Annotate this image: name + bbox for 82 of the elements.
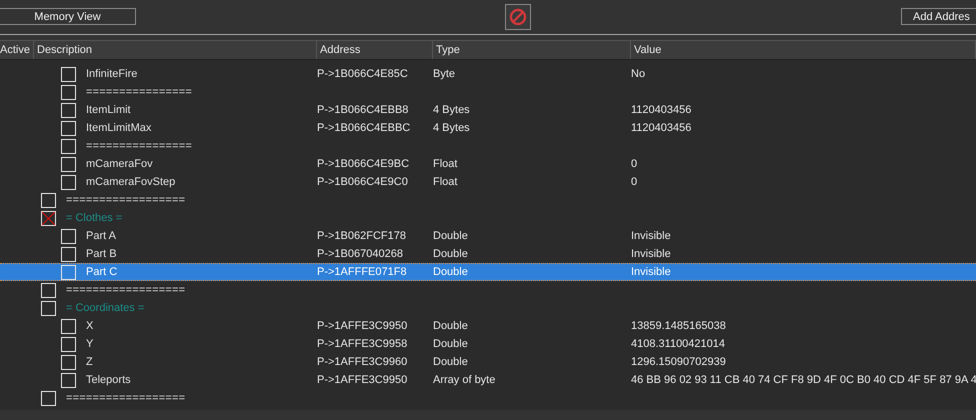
type-cell: Double	[433, 356, 468, 368]
type-cell: Byte	[433, 68, 456, 80]
address-cell: P->1AFFE3C9950	[317, 374, 408, 386]
column-header[interactable]: Type	[433, 41, 631, 59]
column-header[interactable]: Address	[317, 41, 433, 59]
value-cell: 13859.1485165038	[631, 320, 726, 332]
address-cell: P->1AFFE3C9958	[317, 338, 408, 350]
value-cell: 0	[631, 176, 638, 188]
address-cell: P->1B066C4E9C0	[317, 176, 408, 188]
type-cell: Double	[433, 266, 468, 278]
column-header[interactable]: Value	[631, 41, 976, 59]
value-cell: Invisible	[631, 248, 671, 260]
description-cell: mCameraFov	[86, 158, 153, 170]
value-cell: Invisible	[631, 266, 671, 278]
separator-label: ================	[86, 140, 192, 152]
group-label: = Coordinates =	[66, 302, 144, 314]
value-cell: 1120403456	[631, 104, 692, 116]
description-cell: Y	[86, 338, 94, 350]
address-cell: P->1AFFFE071F8	[317, 266, 407, 278]
table-row[interactable]: ================	[0, 83, 976, 101]
address-cell: P->1B062FCF178	[317, 230, 406, 242]
type-cell: Double	[433, 230, 468, 242]
table-row[interactable]: Y P->1AFFE3C9958 Double 4108.31100421014	[0, 335, 976, 353]
type-cell: Float	[433, 158, 458, 170]
separator-label: ==================	[66, 194, 186, 206]
address-cell: P->1B067040268	[317, 248, 403, 260]
address-cell: P->1B066C4EBBC	[317, 122, 410, 134]
selected-row[interactable]: Part C P->1AFFFE071F8 Double Invisible	[0, 263, 976, 281]
type-cell: 4 Bytes	[433, 122, 470, 134]
type-cell: Array of byte	[433, 374, 496, 386]
separator-label: ==================	[66, 392, 186, 404]
address-cell: P->1B066C4EBB8	[317, 104, 408, 116]
table-row[interactable]: X P->1AFFE3C9950 Double 13859.1485165038	[0, 317, 976, 335]
table-row[interactable]: ==================	[0, 281, 976, 299]
table-row[interactable]: Part A P->1B062FCF178 Double Invisible	[0, 227, 976, 245]
add-address-button[interactable]: Add Addres	[901, 8, 976, 25]
checkbox[interactable]	[41, 210, 56, 226]
value-cell: 0	[631, 158, 638, 170]
type-cell: Double	[433, 320, 468, 332]
table-row[interactable]: ItemLimit P->1B066C4EBB8 4 Bytes 1120403456	[0, 101, 976, 119]
description-cell: mCameraFovStep	[86, 176, 176, 188]
description-cell: Z	[86, 356, 93, 368]
address-cell: P->1AFFE3C9960	[317, 356, 408, 368]
value-cell: 4108.31100421014	[631, 338, 726, 350]
table-row[interactable]: Z P->1AFFE3C9960 Double 1296.15090702939	[0, 353, 976, 371]
table-row[interactable]: ==================	[0, 191, 976, 209]
description-cell: Part C	[86, 266, 118, 278]
stop-button[interactable]	[505, 4, 531, 30]
memory-view-button[interactable]: Memory View	[0, 8, 136, 25]
description-cell: ItemLimit	[86, 104, 131, 116]
table-row[interactable]: mCameraFovStep P->1B066C4E9C0 Float 0	[0, 173, 976, 191]
description-cell: Part B	[86, 248, 117, 260]
table-row[interactable]: ================	[0, 137, 976, 155]
description-cell: Teleports	[86, 374, 131, 386]
table-row[interactable]: = Clothes =	[0, 209, 976, 227]
value-cell: 1296.15090702939	[631, 356, 726, 368]
group-label: = Clothes =	[66, 212, 122, 224]
table-row[interactable]: ==================	[0, 389, 976, 407]
table-row[interactable]: InfiniteFire P->1B066C4E85C Byte No	[0, 65, 976, 83]
type-cell: Float	[433, 176, 458, 188]
type-cell: 4 Bytes	[433, 104, 470, 116]
address-cell: P->1B066C4E85C	[317, 68, 408, 80]
address-cell: P->1AFFE3C9950	[317, 320, 408, 332]
type-cell: Double	[433, 248, 468, 260]
value-cell: No	[631, 68, 646, 80]
column-header[interactable]: Active	[0, 41, 34, 59]
table-row[interactable]: = Coordinates =	[0, 299, 976, 317]
value-cell: Invisible	[631, 230, 671, 242]
table-row[interactable]: ItemLimitMax P->1B066C4EBBC 4 Bytes 1120403456	[0, 119, 976, 137]
address-cell: P->1B066C4E9BC	[317, 158, 410, 170]
value-cell: 1120403456	[631, 122, 692, 134]
description-cell: X	[86, 320, 94, 332]
separator-label: ================	[86, 86, 192, 98]
description-cell: Part A	[86, 230, 116, 242]
description-cell: InfiniteFire	[86, 68, 138, 80]
separator-label: ==================	[66, 284, 186, 296]
table-row[interactable]: mCameraFov P->1B066C4E9BC Float 0	[0, 155, 976, 173]
column-header[interactable]: Description	[34, 41, 317, 59]
prohibited-icon	[509, 8, 527, 26]
table-row[interactable]: Part B P->1B067040268 Double Invisible	[0, 245, 976, 263]
description-cell: ItemLimitMax	[86, 122, 152, 134]
type-cell: Double	[433, 338, 468, 350]
